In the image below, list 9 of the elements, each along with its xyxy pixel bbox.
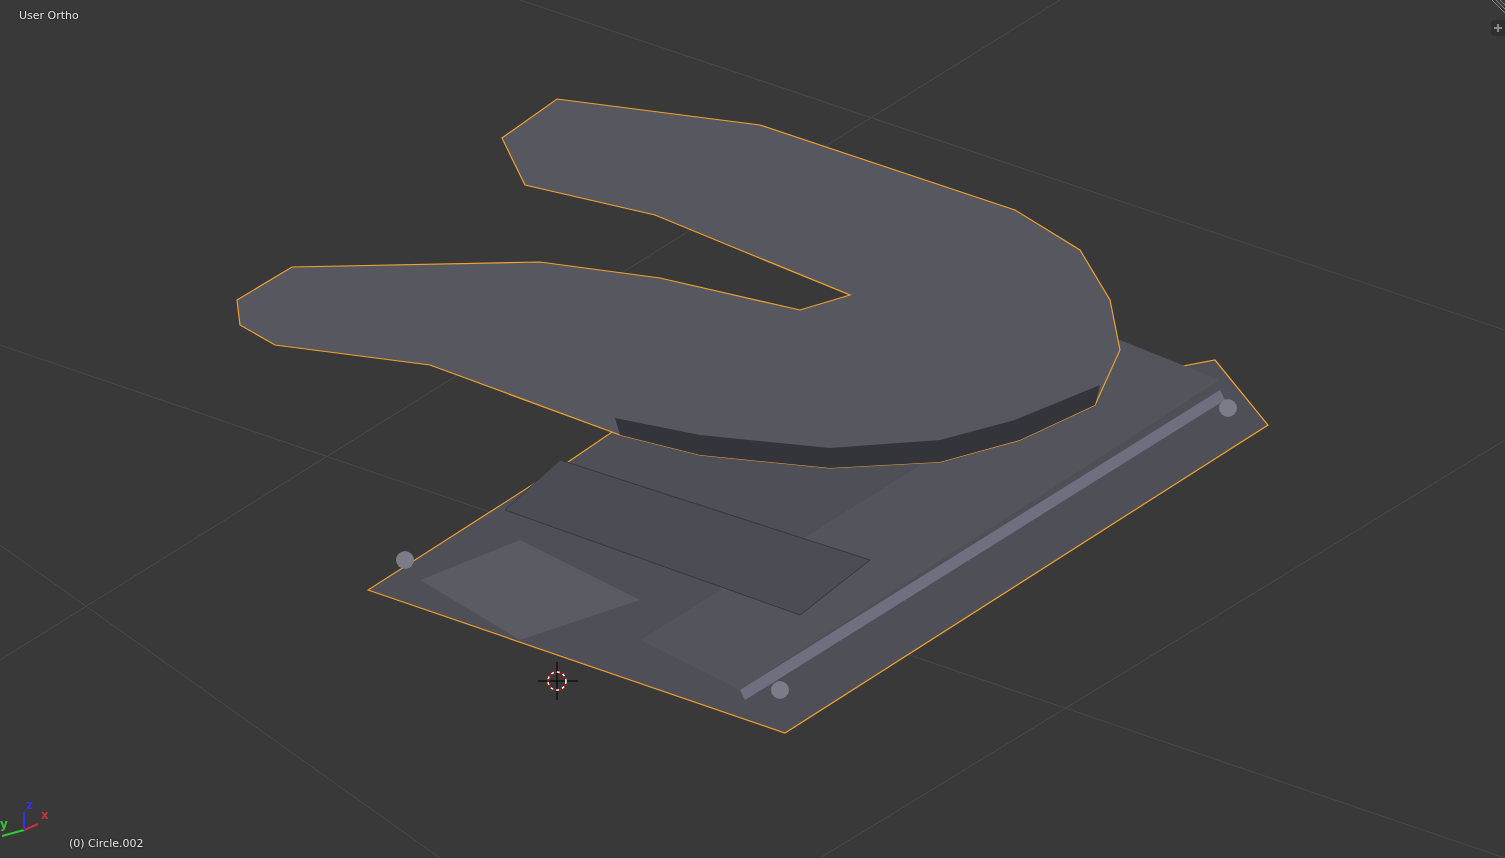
view-name: User Ortho [19, 9, 79, 22]
3d-cursor-icon[interactable] [537, 661, 579, 701]
plus-button[interactable] [1491, 20, 1505, 36]
object-label: (0) Circle.002 [69, 837, 144, 850]
axis-label: y [0, 817, 8, 831]
plus-icon [1494, 24, 1502, 32]
axis-label: z [26, 798, 33, 812]
axis-label: x [41, 808, 49, 822]
corner-handle-icon[interactable] [1491, 0, 1505, 14]
